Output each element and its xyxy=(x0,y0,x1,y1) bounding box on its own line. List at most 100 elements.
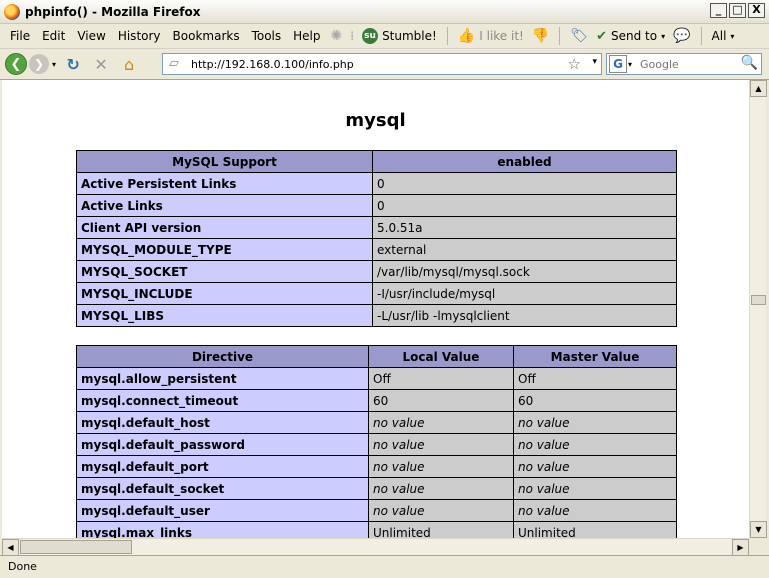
stop-icon[interactable]: ✕ xyxy=(90,55,112,74)
table-cell-key: MYSQL_MODULE_TYPE xyxy=(76,238,373,261)
comment-button[interactable]: 💬 xyxy=(669,28,694,44)
checkmark-icon: ✔ xyxy=(596,28,607,44)
table-row: mysql.default_host no value no value xyxy=(76,411,677,434)
scroll-left-button[interactable]: ◀ xyxy=(2,539,19,556)
table-cell-value: /var/lib/mysql/mysql.sock xyxy=(372,260,677,283)
chevron-down-icon: ▾ xyxy=(730,31,735,41)
table-cell-key: mysql.default_user xyxy=(76,499,369,522)
menu-file[interactable]: File xyxy=(4,29,36,43)
tag-button[interactable]: 🏷 xyxy=(566,28,592,44)
scroll-right-button[interactable]: ▶ xyxy=(732,539,749,556)
table-cell-master: no value xyxy=(513,411,677,434)
table-row: mysql.default_socket no value no value xyxy=(76,477,677,500)
table-row: mysql.connect_timeout 60 60 xyxy=(76,389,677,412)
firefox-icon xyxy=(4,3,20,20)
no-value-text: no value xyxy=(518,437,570,452)
menu-bookmarks[interactable]: Bookmarks xyxy=(167,29,246,43)
scroll-up-button[interactable]: ▲ xyxy=(750,80,767,97)
table-cell-value: -I/usr/include/mysql xyxy=(372,282,677,305)
table-row: Client API version 5.0.51a xyxy=(76,216,677,239)
chevron-down-icon[interactable]: ▾ xyxy=(628,60,632,69)
home-icon[interactable]: ⌂ xyxy=(118,55,140,74)
table-cell-key: Active Persistent Links xyxy=(76,172,373,195)
menu-view[interactable]: View xyxy=(71,29,111,43)
menu-bar: File Edit View History Bookmarks Tools H… xyxy=(0,24,769,49)
table-cell-master: no value xyxy=(513,499,677,522)
no-value-text: no value xyxy=(373,437,425,452)
thumbs-up-icon: 👍 xyxy=(457,28,476,44)
address-bar[interactable]: ▱ http://192.168.0.100/info.php ☆ ▾ xyxy=(162,53,602,75)
stumble-button[interactable]: su Stumble! xyxy=(358,28,441,44)
minimize-button[interactable]: _ xyxy=(710,3,727,18)
bookmark-star-icon[interactable]: ☆ xyxy=(568,55,581,73)
stumble-label: Stumble! xyxy=(382,29,437,43)
url-text: http://192.168.0.100/info.php xyxy=(191,57,354,71)
menu-history[interactable]: History xyxy=(112,29,167,43)
vertical-scrollbar[interactable]: ▲ ▼ xyxy=(749,80,767,538)
navigation-bar: ❮ ❯ ▾ ↻ ✕ ⌂ ▱ http://192.168.0.100/info.… xyxy=(0,49,769,80)
speech-bubble-icon: 💬 xyxy=(673,28,691,44)
table-cell-master: no value xyxy=(513,477,677,500)
table-cell-key: MYSQL_LIBS xyxy=(76,304,373,327)
table-header: Master Value xyxy=(513,345,677,368)
throbber-icon: ✺ xyxy=(330,28,343,44)
menu-edit[interactable]: Edit xyxy=(36,29,71,43)
google-search-engine-icon[interactable]: G xyxy=(609,55,627,73)
table-cell-key: mysql.max_links xyxy=(76,521,369,538)
chevron-down-icon: ▾ xyxy=(661,31,666,41)
table-cell-value: 0 xyxy=(372,172,677,195)
horizontal-scrollbar[interactable]: ◀ ▶ xyxy=(2,538,749,556)
search-input[interactable] xyxy=(640,57,741,71)
table-cell-local: no value xyxy=(368,433,514,456)
table-header: Directive xyxy=(76,345,369,368)
table-cell-key: mysql.connect_timeout xyxy=(76,389,369,412)
table-header: MySQL Support xyxy=(76,150,373,173)
send-to-label: Send to xyxy=(610,29,658,43)
i-like-it-button[interactable]: 👍 I like it! xyxy=(454,28,528,44)
no-value-text: no value xyxy=(518,503,570,518)
send-to-button[interactable]: ✔ Send to ▾ xyxy=(592,29,669,44)
table-row: mysql.default_password no value no value xyxy=(76,433,677,456)
maximize-button[interactable]: □ xyxy=(729,3,746,18)
table-cell-master: no value xyxy=(513,455,677,478)
history-dropdown-icon[interactable]: ▾ xyxy=(52,60,56,69)
reload-icon[interactable]: ↻ xyxy=(62,55,84,74)
table-row: mysql.default_port no value no value xyxy=(76,455,677,478)
menu-tools[interactable]: Tools xyxy=(246,29,288,43)
title-bar: phpinfo() - Mozilla Firefox _ □ X xyxy=(0,0,769,24)
table-cell-key: MYSQL_INCLUDE xyxy=(76,282,373,305)
tag-icon: 🏷 xyxy=(570,28,589,44)
forward-button[interactable]: ❯ xyxy=(29,54,49,74)
thumbs-down-button[interactable]: 👎 xyxy=(528,28,553,44)
close-button[interactable]: X xyxy=(748,3,765,18)
table-cell-master: 60 xyxy=(513,389,677,412)
table-row: MYSQL_SOCKET /var/lib/mysql/mysql.sock xyxy=(76,260,677,283)
horizontal-scroll-thumb[interactable] xyxy=(20,540,132,554)
mysql-support-table: MySQL Support enabled Active Persistent … xyxy=(76,150,677,327)
scroll-down-button[interactable]: ▼ xyxy=(750,521,767,538)
table-row: mysql.max_links Unlimited Unlimited xyxy=(76,521,677,538)
separator xyxy=(700,27,702,45)
table-cell-key: mysql.default_host xyxy=(76,411,369,434)
stumbleupon-icon: su xyxy=(362,28,379,44)
table-cell-local: Off xyxy=(368,367,514,390)
table-cell-value: external xyxy=(372,238,677,261)
all-dropdown[interactable]: All ▾ xyxy=(708,29,739,43)
table-cell-value: 0 xyxy=(372,194,677,217)
no-value-text: no value xyxy=(518,415,570,430)
no-value-text: no value xyxy=(373,459,425,474)
vertical-scroll-thumb[interactable] xyxy=(751,295,766,305)
table-cell-key: Client API version xyxy=(76,216,373,239)
window-controls: _ □ X xyxy=(710,3,765,18)
magnifier-icon[interactable]: 🔍 xyxy=(741,55,758,71)
no-value-text: no value xyxy=(373,503,425,518)
window-title: phpinfo() - Mozilla Firefox xyxy=(25,4,201,19)
table-row: mysql.default_user no value no value xyxy=(76,499,677,522)
menu-help[interactable]: Help xyxy=(287,29,326,43)
thumbs-down-icon: 👎 xyxy=(531,28,550,44)
table-row: MYSQL_LIBS -L/usr/lib -lmysqlclient xyxy=(76,304,677,327)
no-value-text: no value xyxy=(518,481,570,496)
url-dropdown-icon[interactable]: ▾ xyxy=(592,57,597,67)
table-cell-local: no value xyxy=(368,455,514,478)
back-button[interactable]: ❮ xyxy=(5,53,27,75)
